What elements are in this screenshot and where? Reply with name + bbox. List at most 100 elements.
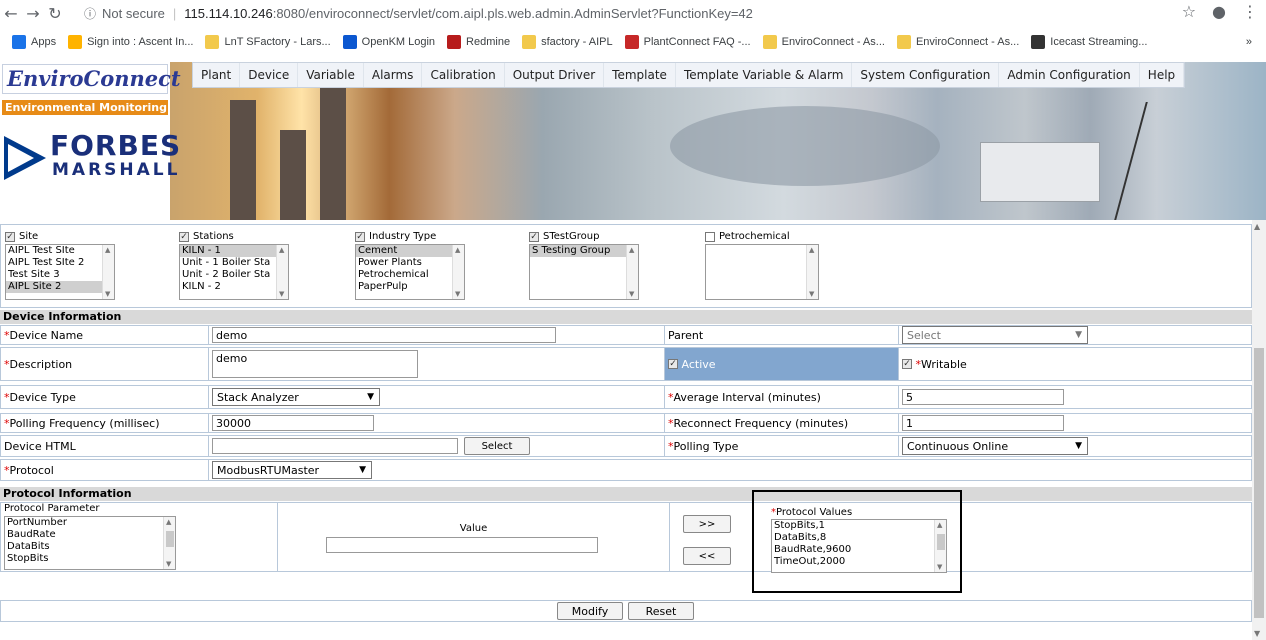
menu-item-system-configuration[interactable]: System Configuration	[852, 63, 1000, 87]
listbox-scrollbar[interactable]: ▲ ▼	[276, 245, 288, 299]
forward-icon[interactable]: →	[22, 4, 44, 23]
device-type-label: Device Type	[9, 390, 76, 404]
page-scrollbar[interactable]: ▲ ▼	[1252, 220, 1266, 640]
add-protocol-value-button[interactable]: >>	[683, 515, 731, 533]
list-item[interactable]: AIPL Test SIte 2	[6, 257, 114, 269]
device-html-select-button[interactable]: Select	[464, 437, 530, 455]
filter-listbox[interactable]: Cement Power Plants Petrochemical PaperPulp…	[355, 244, 465, 300]
filter-checkbox[interactable]: ✓	[529, 231, 539, 242]
menu-item-device[interactable]: Device	[240, 63, 299, 87]
bookmarks-overflow-icon[interactable]: »	[1246, 36, 1252, 48]
filter-checkbox[interactable]	[705, 231, 715, 242]
remove-protocol-value-button[interactable]: <<	[683, 547, 731, 565]
list-item[interactable]: Cement	[356, 245, 464, 257]
list-item[interactable]: BaudRate	[5, 529, 175, 541]
back-icon[interactable]: ←	[0, 4, 22, 23]
list-item[interactable]: StopBits	[5, 553, 175, 565]
bookmark-icon	[447, 35, 462, 49]
list-item[interactable]: PortNumber	[5, 517, 175, 529]
list-item[interactable]: Unit - 1 Boiler Sta	[180, 257, 288, 269]
reconnect-frequency-label: Reconnect Frequency (minutes)	[673, 416, 849, 430]
menu-item-template[interactable]: Template	[604, 63, 676, 87]
listbox-scrollbar[interactable]: ▲ ▼	[626, 245, 638, 299]
writable-label: Writable	[921, 357, 967, 371]
description-textarea[interactable]: demo	[212, 350, 418, 378]
bookmark-item[interactable]: sfactory - AIPL	[522, 35, 613, 49]
protocol-value-input[interactable]	[326, 537, 598, 553]
reconnect-frequency-input[interactable]	[902, 415, 1064, 431]
security-label: Not secure	[102, 5, 165, 21]
modify-button[interactable]: Modify	[557, 602, 623, 620]
listbox-scrollbar[interactable]: ▲ ▼	[102, 245, 114, 299]
polling-frequency-input[interactable]	[212, 415, 374, 431]
chevron-down-icon: ▼	[1075, 330, 1082, 340]
bookmark-item[interactable]: LnT SFactory - Lars...	[205, 35, 331, 49]
menu-item-help[interactable]: Help	[1140, 63, 1185, 87]
device-type-select[interactable]: Stack Analyzer ▼	[212, 388, 380, 406]
menu-item-calibration[interactable]: Calibration	[422, 63, 505, 87]
filter-listbox[interactable]: AIPL Test SIte AIPL Test SIte 2 Test Site …	[5, 244, 115, 300]
list-item[interactable]: Unit - 2 Boiler Sta	[180, 269, 288, 281]
bookmark-item[interactable]: EnviroConnect - As...	[762, 35, 885, 49]
list-item[interactable]: S Testing Group	[530, 245, 638, 257]
filter-listbox[interactable]: KILN - 1 Unit - 1 Boiler Sta Unit - 2 Boil…	[179, 244, 289, 300]
menu-icon[interactable]: ⋮	[1242, 2, 1258, 21]
device-name-input[interactable]	[212, 327, 556, 343]
bookmark-item[interactable]: Apps	[12, 35, 56, 49]
writable-checkbox[interactable]: ✓	[902, 359, 912, 369]
chevron-down-icon: ▼	[359, 465, 366, 475]
device-html-input[interactable]	[212, 438, 458, 454]
active-checkbox[interactable]: ✓	[668, 359, 678, 369]
list-item[interactable]: PaperPulp	[356, 281, 464, 293]
menu-item-alarms[interactable]: Alarms	[364, 63, 423, 87]
menu-item-template-variable-alarm[interactable]: Template Variable & Alarm	[676, 63, 853, 87]
list-item[interactable]: DataBits	[5, 541, 175, 553]
chevron-down-icon: ▼	[367, 392, 374, 402]
menu-item-admin-configuration[interactable]: Admin Configuration	[999, 63, 1140, 87]
device-name-label: Device Name	[9, 328, 84, 342]
row-device-html: Device HTML Select * Polling Type Continu…	[0, 435, 1252, 457]
menu-item-plant[interactable]: Plant	[193, 63, 241, 87]
reset-button[interactable]: Reset	[628, 602, 694, 620]
filter-label: Site	[19, 231, 39, 242]
bookmark-item[interactable]: EnviroConnect - As...	[896, 35, 1019, 49]
list-item[interactable]: AIPL Test SIte	[6, 245, 114, 257]
info-icon[interactable]: ⓘ	[84, 5, 96, 22]
menu-item-output-driver[interactable]: Output Driver	[505, 63, 605, 87]
highlight-box	[752, 490, 962, 593]
list-item[interactable]: KILN - 1	[180, 245, 288, 257]
list-item[interactable]: Test Site 3	[6, 269, 114, 281]
bookmark-item[interactable]: Sign into : Ascent In...	[68, 35, 193, 49]
bookmark-item[interactable]: OpenKM Login	[342, 35, 435, 49]
polling-type-select[interactable]: Continuous Online ▼	[902, 437, 1088, 455]
protocol-select[interactable]: ModbusRTUMaster ▼	[212, 461, 372, 479]
list-item[interactable]: AIPL Site 2	[6, 281, 114, 293]
menu-item-variable[interactable]: Variable	[298, 63, 364, 87]
list-item[interactable]: Power Plants	[356, 257, 464, 269]
reload-icon[interactable]: ↻	[44, 4, 66, 23]
profile-icon[interactable]: ●	[1212, 2, 1226, 21]
filter-checkbox[interactable]: ✓	[179, 231, 189, 242]
filter-listbox[interactable]: S Testing Group ▲ ▼	[529, 244, 639, 300]
bookmark-icon	[896, 35, 911, 49]
protocol-parameter-list[interactable]: PortNumber BaudRate DataBits StopBits ▲ ▼	[4, 516, 176, 570]
filter-site: ✓ Site AIPL Test SIte AIPL Test SIte 2 Test …	[5, 231, 115, 300]
bookmark-icon	[1031, 35, 1046, 49]
bookmark-item[interactable]: PlantConnect FAQ -...	[624, 35, 751, 49]
filter-label: Industry Type	[369, 231, 437, 242]
filter-checkbox[interactable]: ✓	[355, 231, 365, 242]
average-interval-input[interactable]	[902, 389, 1064, 405]
url-host: 115.114.10.246	[184, 5, 273, 21]
list-item[interactable]: Petrochemical	[356, 269, 464, 281]
filter-checkbox[interactable]: ✓	[5, 231, 15, 242]
bookmark-item[interactable]: Redmine	[447, 35, 510, 49]
bookmark-icon	[205, 35, 220, 49]
bookmark-item[interactable]: Icecast Streaming...	[1031, 35, 1147, 49]
list-item[interactable]: KILN - 2	[180, 281, 288, 293]
listbox-scrollbar[interactable]: ▲ ▼	[806, 245, 818, 299]
parent-select[interactable]: Select ▼	[902, 326, 1088, 344]
filter-listbox[interactable]: ▲ ▼	[705, 244, 819, 300]
address-bar[interactable]: ⓘ Not secure | 115.114.10.246 :8080/envi…	[84, 3, 753, 23]
listbox-scrollbar[interactable]: ▲ ▼	[452, 245, 464, 299]
star-icon[interactable]: ☆	[1182, 2, 1196, 21]
